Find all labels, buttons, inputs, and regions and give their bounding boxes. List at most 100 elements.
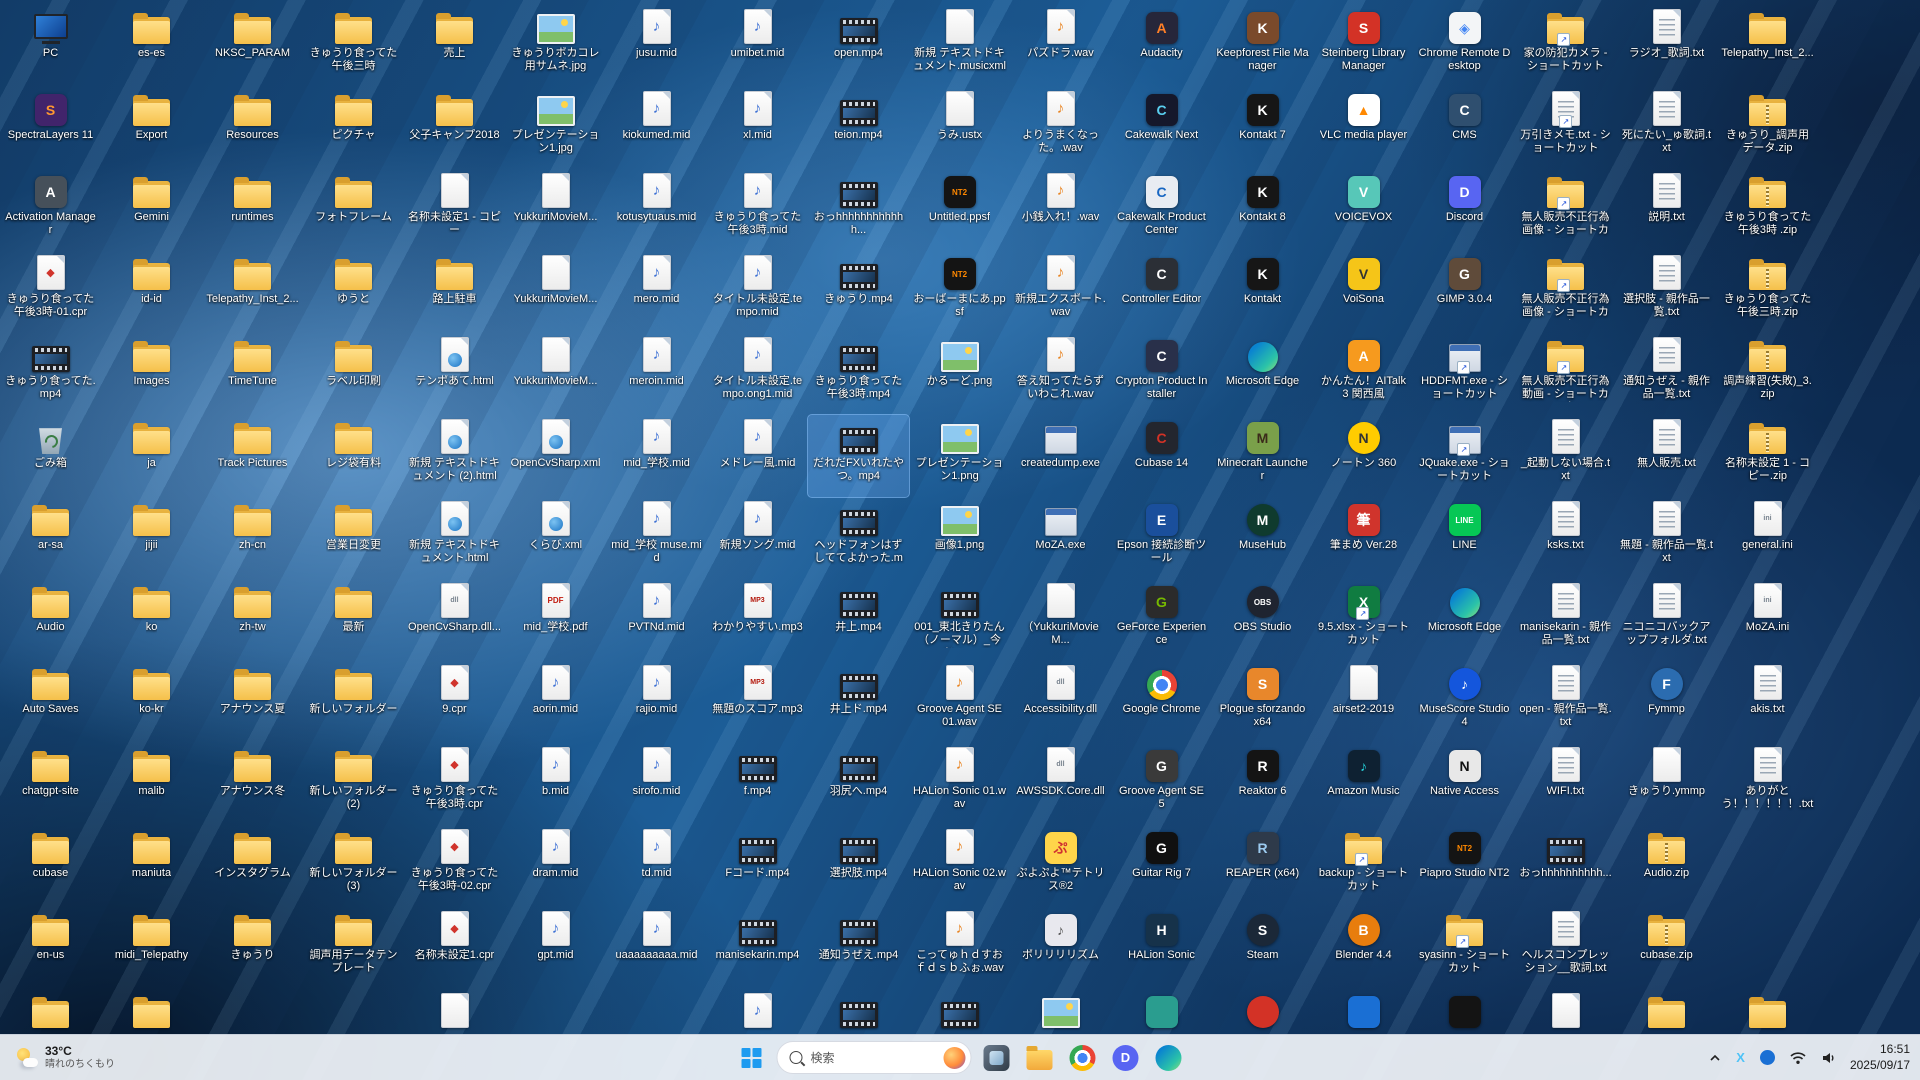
desktop-icon[interactable] bbox=[909, 989, 1010, 1040]
desktop-icon[interactable]: おっhhhhhhhhhh... bbox=[1515, 825, 1616, 907]
desktop-icon[interactable]: OBSOBS Studio bbox=[1212, 579, 1313, 661]
desktop-icon[interactable]: 説明.txt bbox=[1616, 169, 1717, 251]
hidden-icons-chevron[interactable] bbox=[1707, 1052, 1723, 1064]
desktop-icon[interactable]: ♪kotusytuaus.mid bbox=[606, 169, 707, 251]
desktop-icon[interactable]: ♪新規ソング.mid bbox=[707, 497, 808, 579]
desktop-icon[interactable]: ♪メドレー風.mid bbox=[707, 415, 808, 497]
desktop-icon[interactable]: くらび.xml bbox=[505, 497, 606, 579]
desktop-icon[interactable]: chatgpt-site bbox=[0, 743, 101, 825]
desktop-icon[interactable]: PDFmid_学校.pdf bbox=[505, 579, 606, 661]
desktop-icon[interactable]: きゅうりボカコレ用サムネ.jpg bbox=[505, 5, 606, 87]
desktop-icon[interactable]: manisekarin.mp4 bbox=[707, 907, 808, 989]
desktop-icon[interactable]: Microsoft Edge bbox=[1212, 333, 1313, 415]
desktop-icon[interactable]: 最新 bbox=[303, 579, 404, 661]
desktop-icon[interactable] bbox=[404, 989, 505, 1040]
desktop-icon[interactable]: 新しいフォルダー bbox=[303, 661, 404, 743]
desktop-icon[interactable]: inigeneral.ini bbox=[1717, 497, 1818, 579]
desktop-icon[interactable]: ksks.txt bbox=[1515, 497, 1616, 579]
desktop-icon[interactable]: ▲VLC media player bbox=[1313, 87, 1414, 169]
desktop-icon[interactable]: 家の防犯カメラ - ショートカット bbox=[1515, 5, 1616, 87]
desktop-icon[interactable]: airset2-2019 bbox=[1313, 661, 1414, 743]
desktop-icon[interactable]: 新しいフォルダー (2) bbox=[303, 743, 404, 825]
desktop-icon[interactable]: おっhhhhhhhhhhhh... bbox=[808, 169, 909, 251]
desktop-icon[interactable]: きゅうり_調声用データ.zip bbox=[1717, 87, 1818, 169]
desktop-icon[interactable]: ◆きゅうり食ってた午後3時-01.cpr bbox=[0, 251, 101, 333]
desktop-icon[interactable]: DDiscord bbox=[1414, 169, 1515, 251]
desktop-icon[interactable]: アナウンス冬 bbox=[202, 743, 303, 825]
desktop-icon[interactable]: ♪kiokumed.mid bbox=[606, 87, 707, 169]
desktop-icon[interactable]: KKontakt 7 bbox=[1212, 87, 1313, 169]
desktop-icon[interactable] bbox=[1313, 989, 1414, 1040]
desktop-icon[interactable] bbox=[1717, 989, 1818, 1040]
desktop-icon[interactable]: 画像1.png bbox=[909, 497, 1010, 579]
desktop-icon[interactable]: 路上駐車 bbox=[404, 251, 505, 333]
desktop-icon[interactable]: Export bbox=[101, 87, 202, 169]
desktop-icon[interactable]: malib bbox=[101, 743, 202, 825]
desktop-icon[interactable]: ♪mid_学校.mid bbox=[606, 415, 707, 497]
desktop-icon[interactable]: 新しいフォルダー (3) bbox=[303, 825, 404, 907]
desktop-icon[interactable]: KKontakt 8 bbox=[1212, 169, 1313, 251]
desktop-icon[interactable]: 無人販売不正行為 動画 - ショートカット bbox=[1515, 333, 1616, 415]
desktop-icon[interactable]: Audio bbox=[0, 579, 101, 661]
desktop-icon[interactable]: Nノートン 360 bbox=[1313, 415, 1414, 497]
desktop-icon[interactable]: WIFI.txt bbox=[1515, 743, 1616, 825]
desktop-icon[interactable]: GGroove Agent SE 5 bbox=[1111, 743, 1212, 825]
desktop-icon[interactable]: f.mp4 bbox=[707, 743, 808, 825]
desktop-icon[interactable]: KKontakt bbox=[1212, 251, 1313, 333]
desktop-icon[interactable]: dllAWSSDK.Core.dll bbox=[1010, 743, 1111, 825]
desktop-icon[interactable]: ♪ bbox=[707, 989, 808, 1040]
desktop-icon[interactable]: CController Editor bbox=[1111, 251, 1212, 333]
desktop-icon[interactable]: backup - ショートカット bbox=[1313, 825, 1414, 907]
desktop-icon[interactable]: ありがとう！！！！！！.txt bbox=[1717, 743, 1818, 825]
desktop-icon[interactable]: 新規 テキストドキュメント.musicxml bbox=[909, 5, 1010, 87]
desktop-icon[interactable]: きゅうり.ymmp bbox=[1616, 743, 1717, 825]
desktop-icon[interactable]: zh-cn bbox=[202, 497, 303, 579]
desktop-icon[interactable] bbox=[1515, 989, 1616, 1040]
desktop-icon[interactable]: FFymmp bbox=[1616, 661, 1717, 743]
desktop-icon[interactable]: ヘッドフォンはずしててよかった.mp4 bbox=[808, 497, 909, 579]
taskbar-photos-button[interactable] bbox=[979, 1040, 1015, 1076]
desktop-icon[interactable]: 調声用データテンプレート bbox=[303, 907, 404, 989]
desktop-icon[interactable]: MMinecraft Launcher bbox=[1212, 415, 1313, 497]
desktop-icon[interactable]: ♪新規エクスポート.wav bbox=[1010, 251, 1111, 333]
desktop-icon[interactable]: 新規 テキストドキュメント (2).html bbox=[404, 415, 505, 497]
desktop-icon[interactable]: ko bbox=[101, 579, 202, 661]
desktop-icon[interactable]: JQuake.exe - ショートカット bbox=[1414, 415, 1515, 497]
desktop-icon[interactable]: jijii bbox=[101, 497, 202, 579]
desktop-icon[interactable]: ♪rajio.mid bbox=[606, 661, 707, 743]
desktop-icon[interactable]: ♪MuseScore Studio 4 bbox=[1414, 661, 1515, 743]
desktop-icon[interactable]: ◆きゅうり食ってた午後3時-02.cpr bbox=[404, 825, 505, 907]
desktop-icon[interactable]: zh-tw bbox=[202, 579, 303, 661]
desktop-icon[interactable]: OpenCvSharp.xml bbox=[505, 415, 606, 497]
desktop-icon[interactable]: きゅうり食ってた午後3時 .zip bbox=[1717, 169, 1818, 251]
desktop-icon[interactable]: きゅうり bbox=[202, 907, 303, 989]
desktop-icon[interactable]: Aかんたん！AITalk 3 関西風 bbox=[1313, 333, 1414, 415]
desktop-icon[interactable]: 通知うぜえ.mp4 bbox=[808, 907, 909, 989]
desktop-icon[interactable]: AActivation Manager bbox=[0, 169, 101, 251]
desktop-icon[interactable]: 死にたい_ゅ歌詞.txt bbox=[1616, 87, 1717, 169]
desktop-icon[interactable] bbox=[1616, 989, 1717, 1040]
desktop-icon[interactable]: ♪PVTNd.mid bbox=[606, 579, 707, 661]
desktop-icon[interactable]: ◆きゅうり食ってた午後3時.cpr bbox=[404, 743, 505, 825]
desktop-icon[interactable]: Audio.zip bbox=[1616, 825, 1717, 907]
desktop-icon[interactable]: MMuseHub bbox=[1212, 497, 1313, 579]
desktop-icon[interactable] bbox=[101, 989, 202, 1040]
desktop-icon[interactable]: RREAPER (x64) bbox=[1212, 825, 1313, 907]
desktop-icon[interactable]: きゅうり.mp4 bbox=[808, 251, 909, 333]
desktop-icon[interactable]: SSteinberg Library Manager bbox=[1313, 5, 1414, 87]
desktop-icon[interactable]: ♪タイトル未設定.tempo.mid bbox=[707, 251, 808, 333]
desktop-icon[interactable]: 無題 - 親作品一覧.txt bbox=[1616, 497, 1717, 579]
desktop-icon[interactable]: だれだFXいれたやつ。mp4 bbox=[808, 415, 909, 497]
desktop-icon[interactable]: プレゼンテーション1.png bbox=[909, 415, 1010, 497]
desktop-icon[interactable]: テンポあて.html bbox=[404, 333, 505, 415]
desktop-icon[interactable]: きゅうり食ってた.mp4 bbox=[0, 333, 101, 415]
desktop-icon[interactable]: プレゼンテーション1.jpg bbox=[505, 87, 606, 169]
desktop-icon[interactable]: （YukkuriMovieM... bbox=[1010, 579, 1111, 661]
desktop-icon[interactable]: CCrypton Product Installer bbox=[1111, 333, 1212, 415]
desktop-icon[interactable]: 羽尻へ.mp4 bbox=[808, 743, 909, 825]
desktop-icon[interactable]: NNative Access bbox=[1414, 743, 1515, 825]
desktop-icon[interactable]: id-id bbox=[101, 251, 202, 333]
clock[interactable]: 16:51 2025/09/17 bbox=[1850, 1042, 1910, 1073]
desktop-icon[interactable] bbox=[808, 989, 909, 1040]
taskbar-edge-button[interactable] bbox=[1151, 1040, 1187, 1076]
